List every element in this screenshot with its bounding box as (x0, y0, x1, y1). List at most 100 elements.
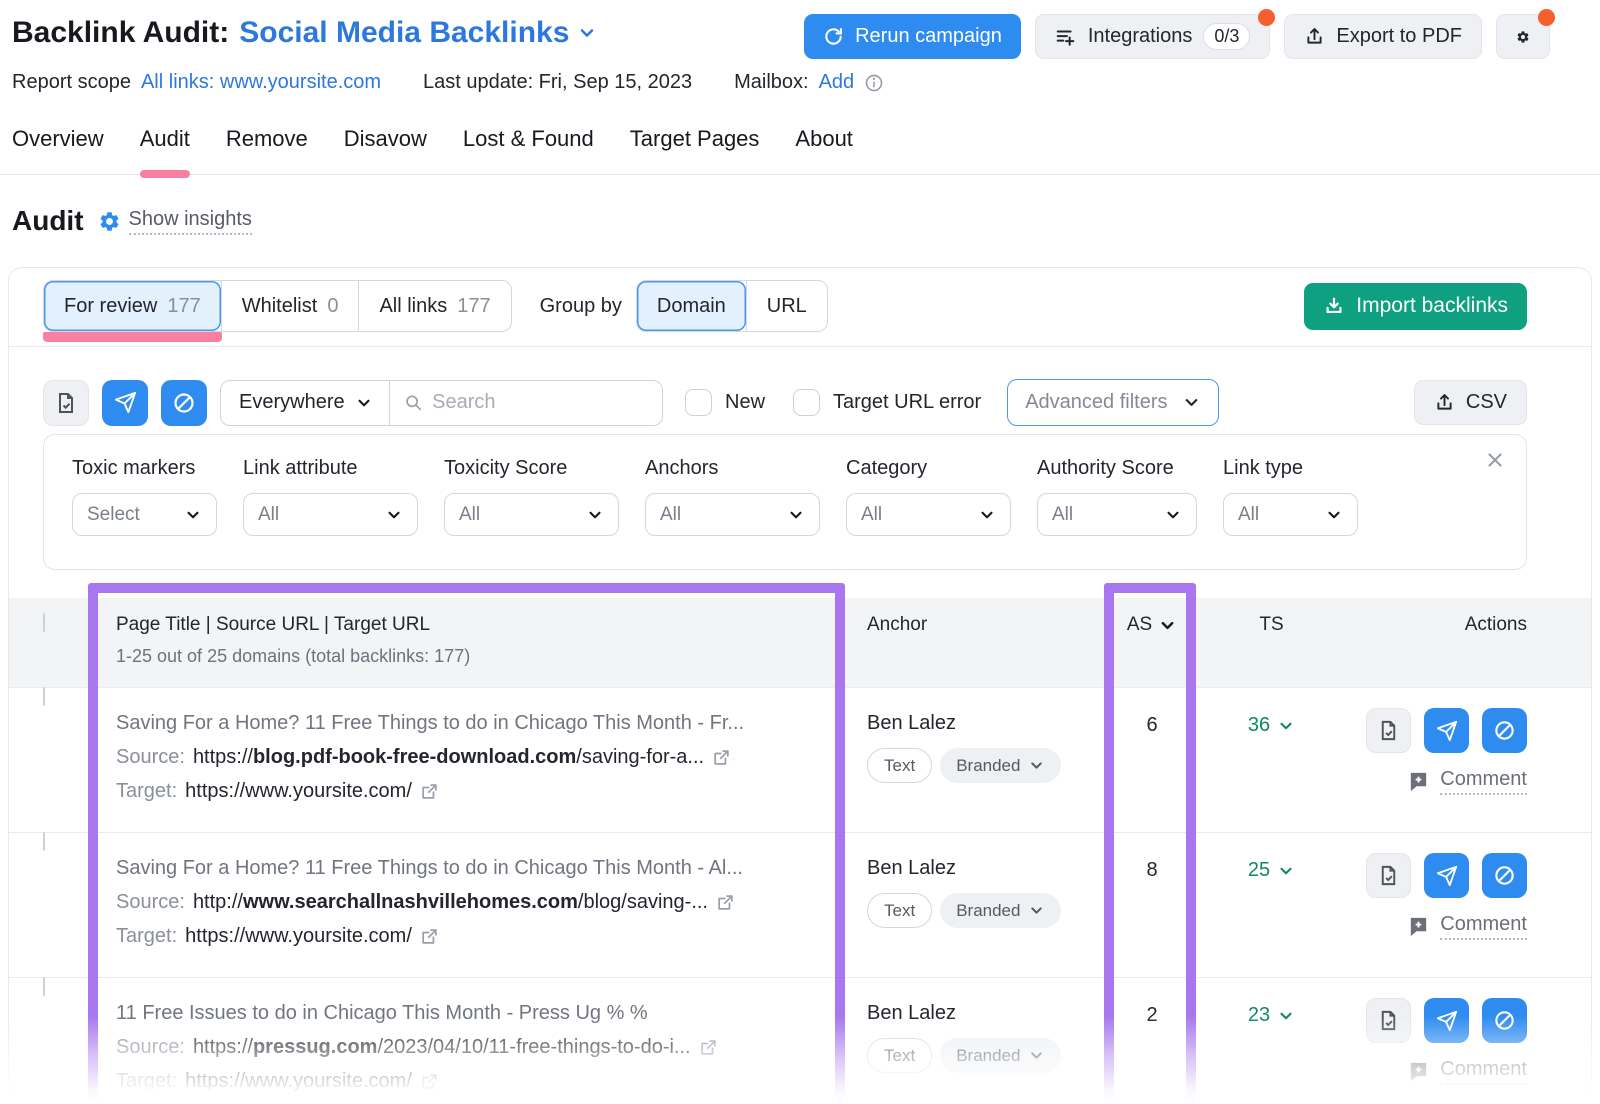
mailbox-add-link[interactable]: Add (819, 71, 855, 94)
paper-plane-icon (1436, 720, 1458, 742)
target-url-error-checkbox[interactable] (793, 389, 820, 416)
for-review-count: 177 (167, 295, 200, 318)
paper-plane-icon (114, 391, 137, 414)
rerun-campaign-button[interactable]: Rerun campaign (804, 14, 1021, 59)
scope-link[interactable]: All links: www.yoursite.com (141, 71, 381, 94)
search-scope-dropdown[interactable]: Everywhere (221, 381, 389, 425)
row-checkbox[interactable] (43, 977, 45, 996)
disavow-block-button[interactable] (161, 380, 207, 426)
whitelist-count: 0 (327, 295, 338, 318)
anchor-category-dropdown[interactable]: Branded (940, 893, 1061, 928)
tab-lost-found[interactable]: Lost & Found (463, 118, 594, 174)
move-to-review-button[interactable] (43, 380, 89, 426)
table-row: 11 Free Issues to do in Chicago This Mon… (9, 977, 1591, 1104)
block-icon (172, 391, 196, 415)
row-checkbox[interactable] (43, 687, 45, 706)
external-link-icon[interactable] (716, 893, 735, 912)
tab-disavow[interactable]: Disavow (344, 118, 427, 174)
group-by-domain[interactable]: Domain (637, 281, 746, 331)
settings-button[interactable] (1496, 14, 1550, 59)
disavow-block-button[interactable] (1482, 998, 1527, 1043)
show-insights-link[interactable]: Show insights (98, 208, 252, 235)
toxic-markers-select[interactable]: Select (72, 493, 217, 536)
disavow-block-button[interactable] (1482, 853, 1527, 898)
new-checkbox[interactable] (685, 389, 712, 416)
close-icon[interactable] (1484, 449, 1506, 471)
page-header: Backlink Audit: Social Media Backlinks R… (0, 0, 1600, 94)
link-type-select[interactable]: All (1223, 493, 1358, 536)
document-check-icon (1377, 719, 1400, 742)
move-to-review-button[interactable] (1366, 998, 1411, 1043)
campaign-selector[interactable]: Social Media Backlinks (239, 16, 597, 50)
disavow-block-button[interactable] (1482, 708, 1527, 753)
external-link-icon[interactable] (420, 1072, 439, 1091)
tab-target-pages[interactable]: Target Pages (630, 118, 760, 174)
audit-card: For review 177 Whitelist 0 All links 177… (8, 267, 1592, 1104)
anchor-category-dropdown[interactable]: Branded (940, 1038, 1061, 1073)
group-by-url[interactable]: URL (746, 281, 827, 331)
block-icon (1493, 719, 1516, 742)
comment-link[interactable]: Comment (1407, 913, 1527, 940)
integrations-button[interactable]: Integrations 0/3 (1035, 14, 1271, 59)
category-select[interactable]: All (846, 493, 1011, 536)
tab-for-review[interactable]: For review 177 (44, 281, 221, 331)
table-header: Page Title | Source URL | Target URL 1-2… (9, 598, 1591, 687)
tab-remove[interactable]: Remove (226, 118, 308, 174)
tab-whitelist[interactable]: Whitelist 0 (221, 281, 359, 331)
toxicity-score-dropdown[interactable]: 36 (1197, 714, 1332, 737)
advanced-filters-button[interactable]: Advanced filters (1007, 379, 1218, 426)
row-checkbox[interactable] (43, 832, 45, 851)
whitelist-send-button[interactable] (1424, 853, 1469, 898)
column-as-sort[interactable]: AS (1107, 614, 1197, 636)
tab-all-links[interactable]: All links 177 (358, 281, 510, 331)
chevron-down-icon (1277, 862, 1295, 880)
tab-audit[interactable]: Audit (140, 118, 190, 174)
import-backlinks-button[interactable]: Import backlinks (1304, 283, 1527, 330)
whitelist-send-button[interactable] (1424, 998, 1469, 1043)
external-link-icon[interactable] (420, 782, 439, 801)
report-meta: Report scope All links: www.yoursite.com… (12, 71, 1550, 94)
external-link-icon[interactable] (712, 748, 731, 767)
column-ts: TS (1197, 614, 1332, 636)
download-icon (1323, 295, 1345, 317)
authority-score-value: 8 (1107, 859, 1197, 882)
whitelist-send-button[interactable] (102, 380, 148, 426)
export-csv-button[interactable]: CSV (1414, 380, 1527, 425)
upload-icon (1434, 392, 1455, 413)
search-input[interactable] (432, 391, 648, 414)
chevron-down-icon (1182, 393, 1201, 412)
anchor-type-badge: Text (867, 748, 932, 783)
link-attribute-select[interactable]: All (243, 493, 418, 536)
tab-about[interactable]: About (795, 118, 853, 174)
toxicity-score-select[interactable]: All (444, 493, 619, 536)
chevron-down-icon (1277, 717, 1295, 735)
toxicity-score-dropdown[interactable]: 25 (1197, 859, 1332, 882)
move-to-review-button[interactable] (1366, 853, 1411, 898)
chevron-down-icon (1277, 1007, 1295, 1025)
anchors-select[interactable]: All (645, 493, 820, 536)
chevron-down-icon (586, 506, 604, 524)
notification-dot (1538, 9, 1555, 26)
chevron-down-icon (1325, 506, 1343, 524)
select-all-checkbox[interactable] (43, 613, 45, 632)
comment-link[interactable]: Comment (1407, 1058, 1527, 1085)
target-url: https://www.yoursite.com/ (185, 1070, 412, 1093)
integrations-count-badge: 0/3 (1203, 23, 1250, 50)
authority-score-select[interactable]: All (1037, 493, 1197, 536)
comment-link[interactable]: Comment (1407, 768, 1527, 795)
filter-link-attribute: Link attribute All (243, 457, 418, 536)
chevron-down-icon (787, 506, 805, 524)
filter-toxic-markers: Toxic markers Select (72, 457, 217, 536)
toxicity-score-dropdown[interactable]: 23 (1197, 1004, 1332, 1027)
external-link-icon[interactable] (699, 1038, 718, 1057)
whitelist-send-button[interactable] (1424, 708, 1469, 753)
group-by-label: Group by (540, 295, 622, 318)
upload-icon (1304, 26, 1325, 47)
anchor-category-dropdown[interactable]: Branded (940, 748, 1061, 783)
scope-label: Report scope (12, 71, 131, 94)
tab-overview[interactable]: Overview (12, 118, 104, 174)
external-link-icon[interactable] (420, 927, 439, 946)
move-to-review-button[interactable] (1366, 708, 1411, 753)
export-pdf-button[interactable]: Export to PDF (1284, 14, 1482, 59)
info-icon[interactable] (864, 73, 884, 93)
